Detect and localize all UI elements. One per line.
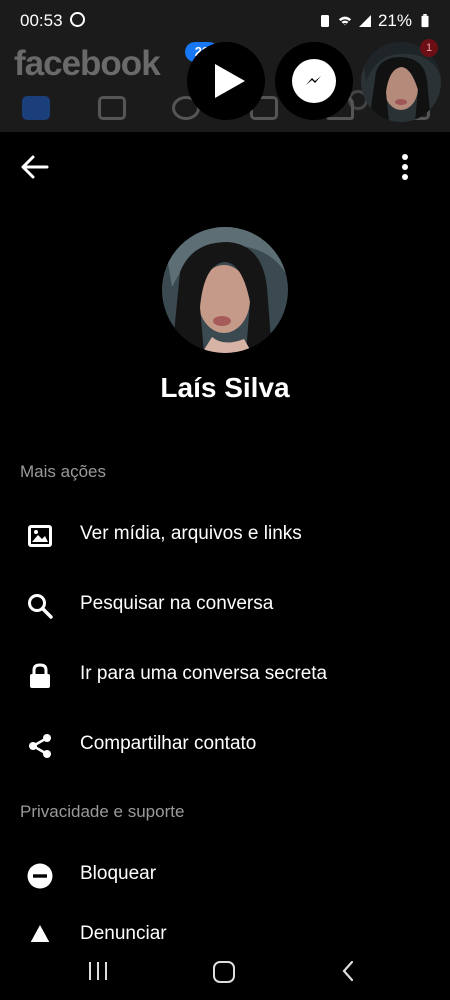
- status-bar: 00:53 21%: [0, 0, 450, 42]
- system-back-icon[interactable]: [340, 960, 356, 982]
- profile-name: Laís Silva: [160, 372, 290, 403]
- menu-label: Compartilhar contato: [80, 733, 257, 754]
- play-button[interactable]: [187, 42, 265, 120]
- home-tab-icon: [22, 96, 52, 124]
- image-icon: [28, 525, 52, 547]
- play-icon: [215, 64, 245, 98]
- facebook-logo: facebook: [14, 44, 161, 83]
- search-in-conversation-item[interactable]: Pesquisar na conversa: [0, 572, 450, 636]
- section-title-privacy-support: Privacidade e suporte: [20, 802, 185, 821]
- corner-badge: 1: [420, 39, 438, 57]
- status-time: 00:53: [20, 11, 63, 30]
- signal-icon: [358, 15, 371, 27]
- secret-conversation-item[interactable]: Ir para uma conversa secreta: [0, 642, 450, 706]
- wifi-icon: [338, 16, 352, 26]
- battery-icon: [421, 14, 429, 28]
- menu-label: Ir para uma conversa secreta: [80, 663, 328, 684]
- block-icon: [27, 863, 53, 889]
- menu-label: Pesquisar na conversa: [80, 593, 274, 614]
- home-button-icon[interactable]: [213, 961, 235, 983]
- back-arrow-icon[interactable]: [20, 154, 50, 180]
- menu-label: Bloquear: [80, 863, 157, 884]
- battery-percent: 21%: [377, 11, 412, 30]
- contact-details-sheet: Laís Silva Mais ações Ver mídia, arquivo…: [0, 132, 450, 947]
- system-nav-bar: [0, 942, 450, 1000]
- battery-saver-icon: [320, 15, 329, 27]
- profile-image: [162, 227, 288, 353]
- section-title-more-actions: Mais ações: [20, 462, 106, 481]
- search-icon: [28, 594, 53, 619]
- messenger-icon: [292, 59, 336, 103]
- menu-label: Ver mídia, arquivos e links: [80, 523, 302, 544]
- messenger-bolt-icon: [306, 76, 321, 85]
- lock-icon: [30, 663, 50, 688]
- profile-photo[interactable]: [162, 227, 288, 353]
- share-icon: [29, 734, 51, 758]
- messenger-button[interactable]: [275, 42, 353, 120]
- recent-apps-icon[interactable]: [87, 962, 109, 980]
- view-media-files-links-item[interactable]: Ver mídia, arquivos e links: [0, 502, 450, 566]
- block-item[interactable]: Bloquear: [0, 842, 450, 906]
- share-contact-item[interactable]: Compartilhar contato: [0, 712, 450, 776]
- more-options-icon[interactable]: [394, 152, 416, 182]
- video-tab-icon: [98, 96, 128, 124]
- messenger-notification-icon: [70, 12, 85, 27]
- status-right: 21%: [318, 11, 432, 31]
